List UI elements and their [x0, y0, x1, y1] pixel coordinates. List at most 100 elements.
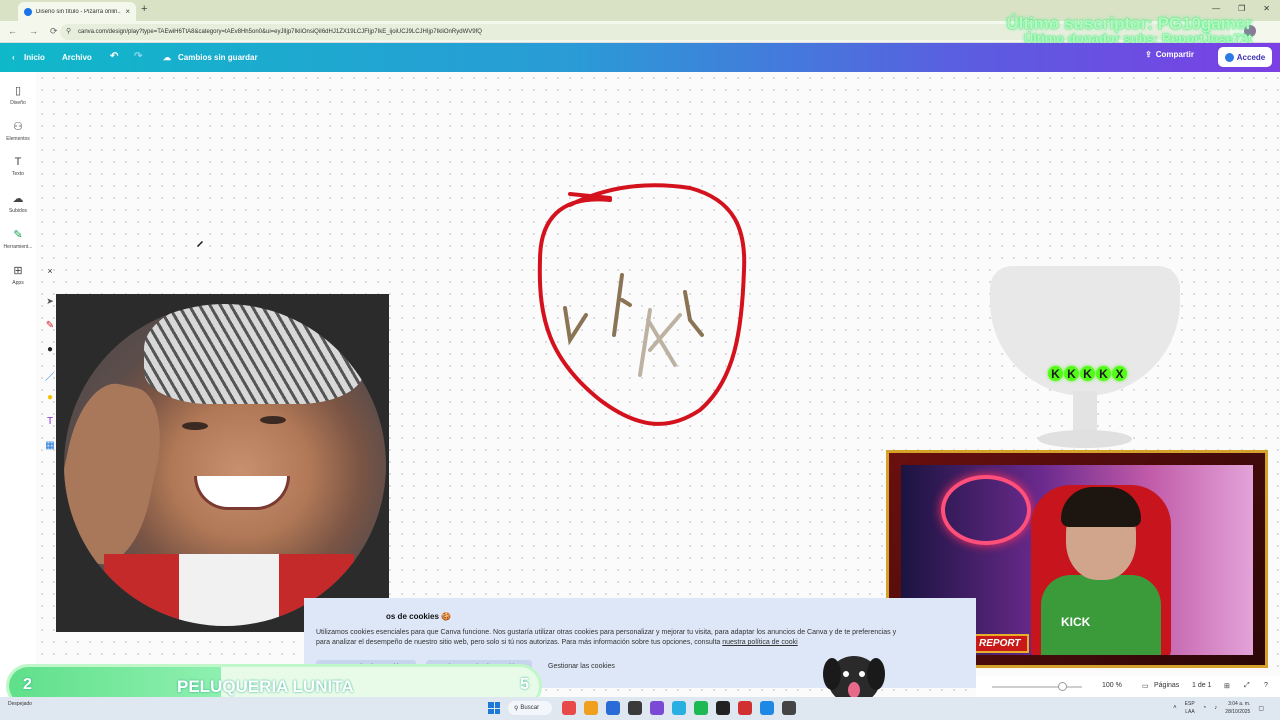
eye-right [260, 416, 286, 424]
taskbar-app-icon[interactable] [606, 701, 620, 715]
pages-icon[interactable]: ▭ [1142, 682, 1149, 690]
kick-chip: K [1048, 366, 1063, 381]
kick-chip: X [1112, 366, 1127, 381]
kick-chip: K [1064, 366, 1079, 381]
keyboard-language[interactable]: ESP LAA [1185, 700, 1195, 716]
windows-taskbar: Despejado ⚲ Buscar ˄ ESP LAA ◔ ♪ 3:04 a.… [0, 697, 1280, 720]
site-info-icon[interactable]: ⚲ [66, 27, 71, 35]
kick-chip: K [1096, 366, 1111, 381]
lang-layout: LAA [1185, 709, 1195, 715]
sidebar-item-label: Elementos [6, 136, 30, 142]
grid-view-icon[interactable]: ⊞ [1224, 682, 1230, 690]
taskbar-app-icon[interactable] [562, 701, 576, 715]
facecam-photo [64, 304, 386, 626]
taskbar-app-icon[interactable] [782, 701, 796, 715]
sidebar-item-label: Subidos [8, 208, 28, 214]
kick-chip-group: K K K K X [1048, 366, 1127, 381]
windows-start-icon[interactable] [488, 702, 500, 714]
cookie-banner-title: os de cookies 🍪 [386, 612, 452, 621]
close-palette-icon[interactable]: × [42, 266, 58, 276]
sidebar-item-uploads[interactable]: ☁ Subidos [0, 192, 36, 214]
search-label: Buscar [520, 705, 540, 711]
close-window-icon[interactable]: ✕ [1263, 4, 1270, 13]
back-chevron-icon[interactable]: ‹ [12, 53, 15, 62]
sidebar-item-tools[interactable]: ✎ Herramient... [0, 228, 36, 250]
sub-goal-target: 5 [520, 676, 529, 693]
cookie-banner-text: Utilizamos cookies esenciales para que C… [316, 628, 901, 648]
reload-icon[interactable]: ⟳ [50, 26, 58, 37]
file-menu[interactable]: Archivo [62, 53, 92, 62]
minimize-icon[interactable]: — [1212, 4, 1220, 13]
fullscreen-icon[interactable]: ⤢ [1244, 682, 1250, 690]
arm-shape [64, 376, 172, 572]
smile-shape [194, 476, 290, 510]
taskbar-app-icon[interactable] [760, 701, 774, 715]
shirt-logo: KICK [1061, 615, 1091, 629]
save-status: Cambios sin guardar [178, 53, 258, 62]
share-icon: ⇪ [1145, 50, 1152, 59]
forward-icon[interactable]: → [29, 26, 38, 37]
undo-icon[interactable]: ↶ [110, 51, 118, 62]
help-icon[interactable]: ? [1264, 682, 1268, 689]
taskbar-app-icon[interactable] [584, 701, 598, 715]
new-tab-button[interactable]: + [141, 3, 147, 15]
home-link[interactable]: Inicio [24, 53, 45, 62]
pages-button[interactable]: Páginas [1154, 682, 1179, 689]
manage-cookies-button[interactable]: Gestionar las cookies [548, 663, 615, 670]
freehand-drawing[interactable] [530, 180, 760, 440]
lang-code: ESP [1184, 701, 1195, 707]
page-count: 1 de 1 [1192, 682, 1212, 689]
share-label: Compartir [1155, 50, 1194, 59]
apps-icon: ⊞ [13, 265, 23, 277]
neon-decor [941, 475, 1031, 545]
left-sidebar: ▯ Diseño ⚇ Elementos T Texto ☁ Subidos ✎… [0, 72, 36, 720]
redo-icon[interactable]: ↷ [134, 51, 142, 62]
pen-cursor-icon [197, 241, 203, 247]
zoom-slider-handle[interactable] [1058, 682, 1067, 691]
tray-chevron-icon[interactable]: ˄ [1173, 705, 1177, 711]
weather-widget[interactable]: Despejado [8, 701, 32, 707]
taskbar-app-icon[interactable] [650, 701, 664, 715]
canva-favicon-icon [24, 7, 32, 16]
zoom-level[interactable]: 100 % [1102, 682, 1122, 689]
network-icon[interactable]: ◔ [1203, 705, 1207, 711]
sidebar-item-label: Herramient... [3, 244, 33, 250]
close-tab-icon[interactable]: × [125, 7, 130, 16]
taskbar-app-icon[interactable] [738, 701, 752, 715]
browser-tab[interactable]: Diseño sin título - Pizarra onlin... × [18, 2, 136, 21]
canva-logo-icon [1224, 52, 1234, 62]
beanie-shape [144, 304, 364, 404]
taskbar-app-icon[interactable] [628, 701, 642, 715]
taskbar-app-icon[interactable] [672, 701, 686, 715]
text-icon: T [14, 156, 22, 168]
glass-base [1038, 430, 1132, 448]
taskbar-app-icon[interactable] [694, 701, 708, 715]
glass-stem [1073, 391, 1097, 433]
upload-icon: ☁ [12, 193, 24, 205]
nav-buttons: ← → ⟳ [8, 26, 58, 37]
zoom-slider[interactable] [992, 686, 1082, 688]
login-label: Accede [1236, 52, 1266, 62]
back-icon[interactable]: ← [8, 26, 17, 37]
sidebar-item-label: Apps [12, 280, 24, 286]
volume-icon[interactable]: ♪ [1214, 705, 1217, 711]
notifications-icon[interactable]: ▢ [1258, 705, 1264, 712]
share-button[interactable]: ⇪ Compartir [1145, 50, 1194, 59]
cookie-policy-link[interactable]: nuestra política de cooki [722, 639, 798, 646]
taskbar-apps [562, 701, 796, 715]
taskbar-app-icon[interactable] [716, 701, 730, 715]
kick-glass-widget: K K K K X [988, 266, 1182, 452]
cookie-body-text: Utilizamos cookies esenciales para que C… [316, 629, 897, 646]
sidebar-item-text[interactable]: T Texto [0, 156, 36, 177]
sidebar-item-design[interactable]: ▯ Diseño [0, 84, 36, 106]
stream-overlay-text: Último suscriptor: PG10gamer Último dona… [1006, 15, 1252, 46]
clock[interactable]: 3:04 a. m. 28/10/2025 [1225, 700, 1250, 716]
login-button[interactable]: Accede [1218, 47, 1272, 67]
maximize-icon[interactable]: ❐ [1238, 4, 1245, 13]
sidebar-item-elements[interactable]: ⚇ Elementos [0, 120, 36, 142]
eye-left [182, 422, 208, 430]
taskbar-search[interactable]: ⚲ Buscar [508, 701, 552, 715]
kick-chip: K [1080, 366, 1095, 381]
sidebar-item-apps[interactable]: ⊞ Apps [0, 264, 36, 286]
canva-bottom-bar: 100 % ▭ Páginas 1 de 1 ⊞ ⤢ ? [976, 676, 1280, 697]
